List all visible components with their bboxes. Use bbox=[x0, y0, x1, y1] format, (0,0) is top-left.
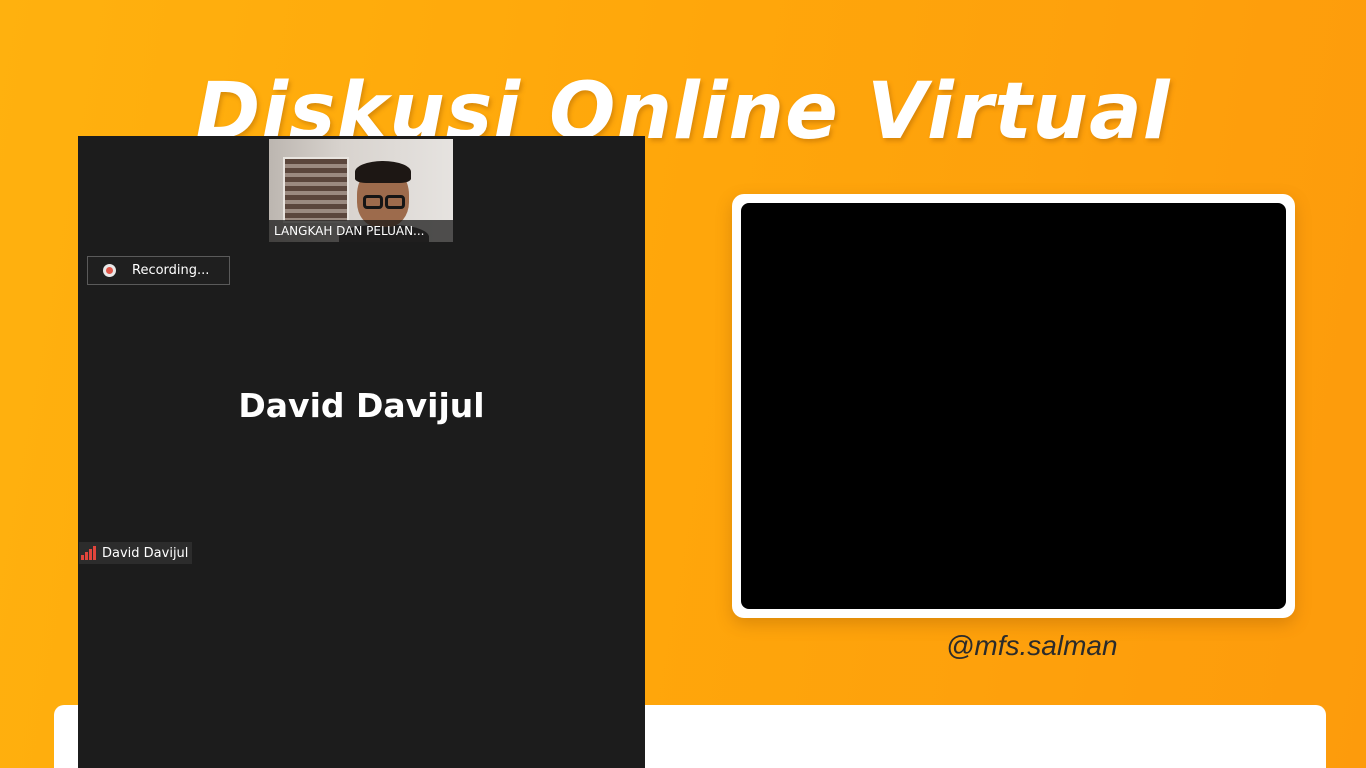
thumbnail-window-blinds bbox=[283, 157, 349, 223]
video-frame bbox=[732, 194, 1295, 618]
thumbnail-label: LANGKAH DAN PELUAN... bbox=[269, 220, 453, 242]
participant-name-tag: David Davijul bbox=[79, 542, 193, 564]
thumbnail-person-glasses bbox=[361, 195, 409, 209]
signal-strength-icon bbox=[81, 546, 97, 560]
active-speaker-name: David Davijul bbox=[238, 386, 485, 425]
name-tag-label: David Davijul bbox=[102, 545, 189, 561]
thumbnail-person-hair bbox=[355, 161, 411, 183]
participant-thumbnail[interactable]: LANGKAH DAN PELUAN... bbox=[269, 139, 453, 242]
social-handle: @mfs.salman bbox=[946, 630, 1118, 661]
record-icon bbox=[103, 264, 116, 277]
recording-label: Recording... bbox=[132, 263, 210, 278]
video-screen bbox=[741, 203, 1286, 609]
recording-indicator[interactable]: Recording... bbox=[87, 256, 230, 285]
meeting-window[interactable]: LANGKAH DAN PELUAN... Recording... David… bbox=[78, 136, 645, 768]
